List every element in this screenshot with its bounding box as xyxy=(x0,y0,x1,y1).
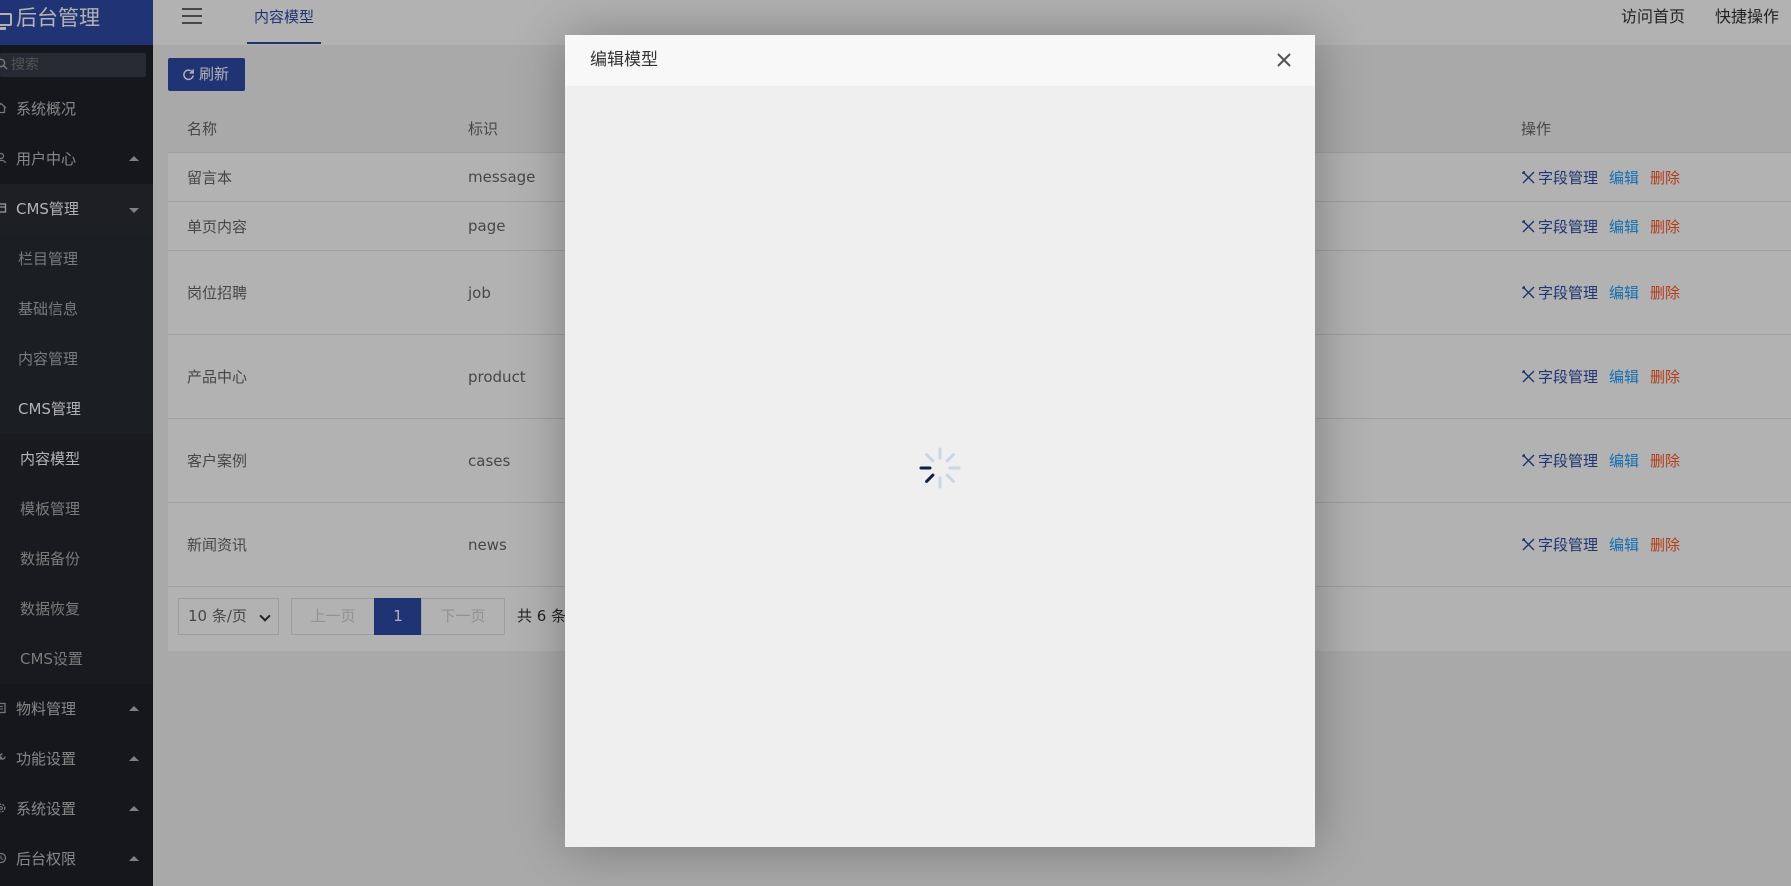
dialog-title: 编辑模型 xyxy=(590,50,658,70)
dialog-header: 编辑模型 xyxy=(565,35,1315,87)
close-icon[interactable] xyxy=(1275,51,1293,69)
edit-model-dialog: 编辑模型 xyxy=(565,35,1315,847)
loading-spinner-icon xyxy=(919,447,961,489)
